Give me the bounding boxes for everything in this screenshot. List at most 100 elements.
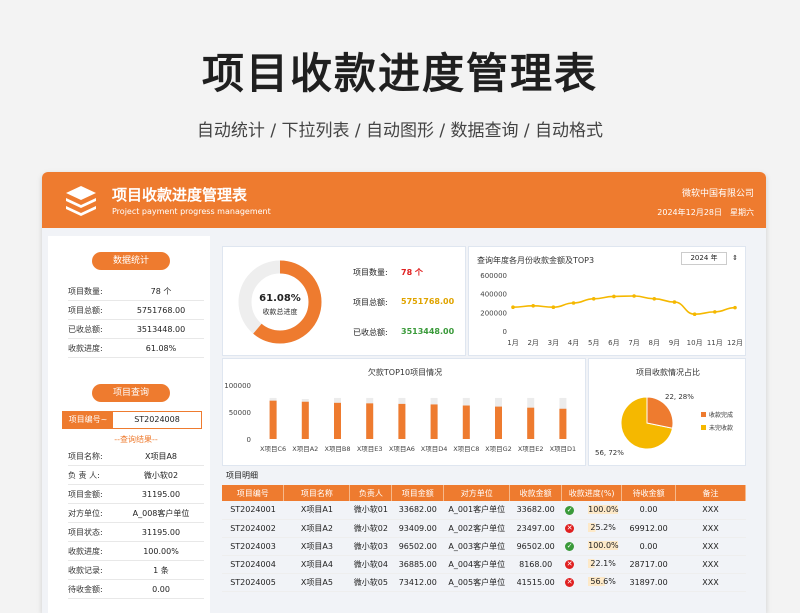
cell-amount: 36885.00	[391, 555, 444, 574]
x-tick-label: 3月	[548, 339, 559, 347]
pie-chart: 22, 28% 56, 72% 收款完成 未完收款	[595, 393, 733, 457]
cell-unit: A_005客户单位	[443, 573, 510, 592]
cell-paid: 96502.00	[509, 537, 562, 556]
column-header: 收款进度(%)	[561, 485, 623, 501]
table-row[interactable]: ST2024003 X项目A3 微小软03 96502.00 A_003客户单位 9650…	[222, 537, 746, 556]
cell-unit: A_002客户单位	[443, 519, 510, 538]
y-tick-label: 100000	[224, 382, 251, 390]
donut-percent: 61.08%	[259, 293, 301, 304]
query-value-input[interactable]: ST2024008	[113, 412, 201, 428]
dashboard-header: 项目收款进度管理表 Project payment progress manag…	[42, 172, 766, 228]
stat-row: 项目数量: 78 个	[68, 282, 204, 301]
query-box[interactable]: 项目编号~ ST2024008	[62, 411, 202, 429]
x-tick-label: X项目B8	[324, 445, 350, 453]
stat-row: 已收总额: 3513448.00	[68, 320, 204, 339]
cell-unit: A_001客户单位	[443, 501, 510, 520]
series-line	[512, 295, 736, 316]
progress-value: 100.0%	[588, 541, 619, 550]
y-tick-label: 0	[503, 328, 507, 336]
cross-icon: ✕	[565, 578, 575, 587]
table-row[interactable]: ST2024004 X项目A4 微小软04 36885.00 A_004客户单位 8168…	[222, 555, 746, 574]
cell-owner: 微小软04	[349, 555, 392, 574]
legend-undone: 未完收款	[709, 424, 733, 432]
cell-name: X项目A5	[283, 573, 350, 592]
cell-id: ST2024003	[222, 537, 284, 556]
cell-note: XXX	[675, 573, 746, 592]
stat-row: 项目总额: 5751768.00	[68, 301, 204, 320]
dashboard-body: 数据统计 项目数量: 78 个 项目总额: 5751768.00 已收总额: 3513…	[42, 228, 766, 613]
data-point	[692, 312, 697, 316]
data-point	[612, 294, 616, 299]
column-header: 项目编号	[222, 485, 285, 501]
monthly-chart-panel: 查询年度各月份收款金额及TOP3 2024 年 ⇕ 600000 400000 20…	[468, 246, 746, 356]
cell-paid: 41515.00	[509, 573, 562, 592]
stats-pill: 数据统计	[92, 252, 170, 270]
year-select[interactable]: 2024 年	[681, 252, 727, 265]
data-point	[733, 305, 737, 310]
x-tick-label: 12月	[727, 339, 743, 347]
bar	[334, 402, 341, 439]
detail-table: 项目编号 项目名称 负责人 项目金额 对方单位 收款金额 收款进度(%) 待收金额 备注 ST2…	[222, 485, 746, 592]
bar	[430, 404, 438, 439]
table-title: 项目明细	[226, 471, 258, 480]
header-subtitle: Project payment progress management	[112, 207, 271, 216]
progress-value: 22.1%	[588, 559, 619, 568]
result-row: 待收金额: 0.00	[68, 580, 204, 599]
x-tick-label: X项目G2	[485, 445, 512, 453]
progress-value: 25.2%	[588, 523, 619, 532]
cell-unit: A_004客户单位	[443, 555, 510, 574]
result-row: 收款记录: 1 条	[68, 561, 204, 580]
result-row: 负 责 人: 微小软02	[68, 466, 204, 485]
cell-amount: 33682.00	[391, 501, 444, 520]
x-tick-label: 6月	[608, 339, 619, 347]
cell-due: 0.00	[621, 537, 676, 556]
column-header: 收款金额	[509, 485, 563, 501]
y-tick-label: 200000	[480, 309, 507, 317]
summary-received-value: 3513448.00	[401, 327, 455, 336]
cell-name: X项目A4	[283, 555, 350, 574]
cell-owner: 微小软02	[349, 519, 392, 538]
cell-owner: 微小软03	[349, 537, 392, 556]
pie-label-done: 22, 28%	[665, 393, 694, 401]
query-key-dropdown[interactable]: 项目编号~	[63, 412, 113, 428]
x-tick-label: 2月	[527, 339, 538, 347]
bar	[462, 405, 470, 439]
cell-name: X项目A3	[283, 537, 350, 556]
cell-note: XXX	[675, 501, 746, 520]
stack-icon	[66, 186, 96, 216]
table-row[interactable]: ST2024002 X项目A2 微小软02 93409.00 A_002客户单位 2349…	[222, 519, 746, 538]
x-tick-label: X项目A6	[389, 445, 415, 453]
x-tick-label: 4月	[568, 339, 579, 347]
company-name: 微软中国有限公司	[681, 189, 754, 199]
year-spinner-icon[interactable]: ⇕	[729, 252, 741, 265]
x-tick-label: 5月	[588, 339, 599, 347]
data-point	[551, 305, 556, 309]
progress-cell: ✕ 25.2%	[561, 519, 622, 538]
cell-id: ST2024004	[222, 555, 284, 574]
cell-name: X项目A2	[283, 519, 350, 538]
bar	[269, 400, 277, 439]
x-tick-label: 9月	[669, 339, 680, 347]
summary-count-label: 项目数量:	[353, 268, 388, 277]
cell-owner: 微小软01	[349, 501, 392, 520]
dashboard-card: 项目收款进度管理表 Project payment progress manag…	[42, 172, 766, 613]
cell-due: 69912.00	[621, 519, 676, 538]
table-row[interactable]: ST2024005 X项目A5 微小软05 73412.00 A_005客户单位 4151…	[222, 573, 746, 592]
y-tick-label: 50000	[229, 409, 251, 417]
table-row[interactable]: ST2024001 X项目A1 微小软01 33682.00 A_001客户单位 3368…	[222, 501, 746, 520]
stat-row: 收款进度: 61.08%	[68, 339, 204, 358]
data-point	[531, 304, 535, 308]
cell-note: XXX	[675, 555, 746, 574]
cell-id: ST2024002	[222, 519, 284, 538]
x-tick-label: X项目C8	[453, 445, 479, 453]
column-header: 备注	[675, 485, 746, 501]
data-point	[511, 305, 515, 309]
x-tick-label: X项目D4	[421, 445, 448, 453]
data-point	[672, 300, 677, 304]
pie-slice	[646, 396, 674, 429]
legend-done: 收款完成	[709, 411, 733, 419]
data-point	[652, 297, 657, 301]
summary-count-value: 78 个	[401, 268, 423, 277]
summary-panel: 61.08% 收款总进度 项目数量: 78 个 项目总额: 5751768.00…	[222, 246, 466, 356]
bar	[301, 401, 309, 439]
